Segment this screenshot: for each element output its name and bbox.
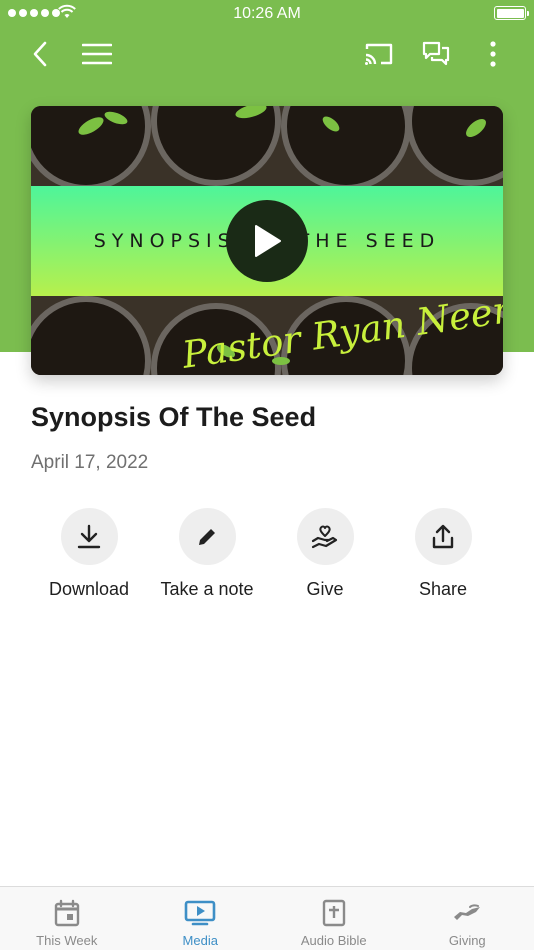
more-options-button[interactable]	[471, 30, 515, 78]
back-button[interactable]	[18, 30, 62, 78]
tv-play-icon	[184, 900, 216, 926]
top-navigation	[0, 30, 534, 78]
share-button[interactable]: Share	[384, 508, 502, 600]
bottom-tab-bar: This Week Media Audio Bible Giving	[0, 886, 534, 950]
chevron-left-icon	[33, 41, 47, 67]
calendar-icon	[54, 899, 79, 927]
tab-giving-label: Giving	[448, 933, 486, 948]
chat-bubbles-icon	[422, 41, 450, 66]
tab-giving[interactable]: Giving	[401, 887, 534, 950]
status-time: 10:26 AM	[233, 5, 301, 22]
download-button[interactable]: Download	[30, 508, 148, 600]
action-row: Download Take a note Give Share	[30, 508, 504, 608]
tab-this-week[interactable]: This Week	[0, 887, 134, 950]
media-date: April 17, 2022	[31, 452, 149, 473]
give-label: Give	[306, 579, 344, 599]
more-vertical-icon	[490, 41, 496, 67]
menu-button[interactable]	[75, 30, 119, 78]
tab-audio-bible-label: Audio Bible	[300, 933, 367, 948]
give-button[interactable]: Give	[266, 508, 384, 600]
tab-media-label: Media	[182, 933, 218, 948]
download-icon	[77, 524, 101, 548]
download-label: Download	[48, 579, 130, 599]
share-icon	[432, 524, 454, 548]
take-note-button[interactable]: Take a note	[148, 508, 266, 600]
take-note-label: Take a note	[160, 579, 254, 599]
battery-icon	[494, 6, 529, 20]
tab-media[interactable]: Media	[134, 887, 268, 950]
video-thumbnail[interactable]: SYNOPSIS OF THE SEED Pastor Ryan Neer	[31, 106, 503, 375]
pencil-icon	[199, 528, 215, 545]
tab-this-week-label: This Week	[36, 933, 98, 948]
play-button[interactable]	[226, 200, 308, 282]
cast-button[interactable]	[357, 30, 401, 78]
tab-audio-bible[interactable]: Audio Bible	[267, 887, 401, 950]
play-icon	[255, 225, 281, 257]
share-label: Share	[418, 579, 468, 599]
cast-icon	[365, 43, 393, 65]
hamburger-menu-icon	[82, 43, 112, 65]
media-title: Synopsis Of The Seed	[31, 402, 317, 432]
heart-hand-icon	[311, 525, 338, 548]
giving-hand-icon	[454, 904, 481, 920]
bible-icon	[322, 899, 345, 927]
status-bar: 10:26 AM	[0, 0, 534, 28]
chat-button[interactable]	[414, 30, 458, 78]
